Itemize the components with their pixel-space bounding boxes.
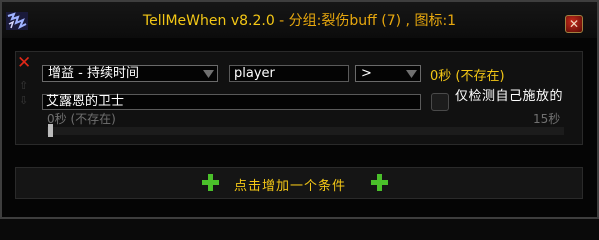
- slider-thumb[interactable]: [48, 124, 53, 137]
- unit-input[interactable]: player: [229, 65, 349, 82]
- title-bar[interactable]: TellMeWhen v8.2.0 - 分组:裂伤buff (7) , 图标:1: [2, 2, 597, 38]
- condition-type-dropdown[interactable]: 增益 - 持续时间: [42, 65, 218, 82]
- value-slider[interactable]: [47, 127, 564, 135]
- chevron-down-icon: [406, 70, 417, 78]
- condition-value-readout: 0秒 (不存在): [430, 69, 505, 84]
- delete-condition-icon[interactable]: ✕: [17, 55, 31, 72]
- title-group: - 分组:裂伤buff (7) ,: [274, 13, 410, 29]
- move-down-arrow-icon[interactable]: ⇩: [19, 95, 30, 106]
- plus-icon[interactable]: [202, 174, 219, 191]
- buff-name-input[interactable]: 艾露恩的卫士: [42, 94, 421, 110]
- chevron-down-icon: [203, 70, 214, 78]
- close-button[interactable]: ✕: [565, 15, 583, 33]
- title-app: TellMeWhen v8.2.0: [142, 13, 275, 29]
- own-only-label: 仅检测自己施放的: [455, 89, 564, 104]
- window-title: TellMeWhen v8.2.0 - 分组:裂伤buff (7) , 图标:1: [2, 10, 597, 30]
- title-icon-index: 图标:1: [410, 13, 457, 29]
- slider-max-label: 15秒: [533, 112, 561, 126]
- condition-type-value: 增益 - 持续时间: [48, 66, 139, 81]
- operator-dropdown[interactable]: >: [355, 65, 421, 82]
- move-up-arrow-icon[interactable]: ⇧: [19, 80, 30, 91]
- plus-icon[interactable]: [371, 174, 388, 191]
- slider-min-label: 0秒 (不存在): [47, 112, 116, 126]
- own-only-checkbox[interactable]: [431, 93, 449, 111]
- operator-value: >: [361, 66, 372, 81]
- add-condition-label[interactable]: 点击增加一个条件: [234, 175, 346, 194]
